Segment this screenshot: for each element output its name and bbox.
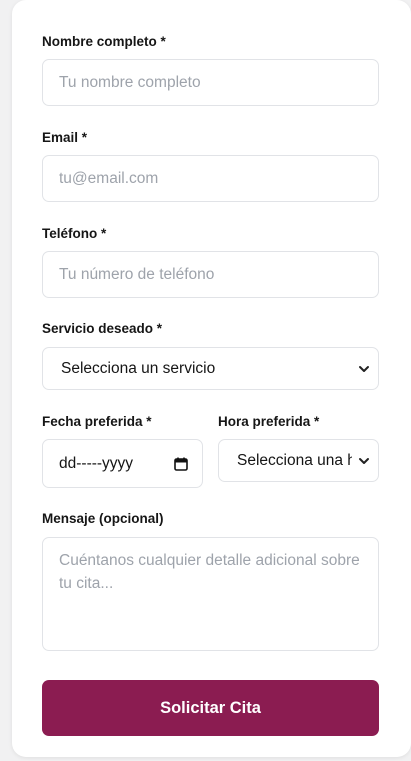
time-label: Hora preferida * [218,414,320,429]
submit-button[interactable]: Solicitar Cita [42,680,379,736]
service-select[interactable]: Selecciona un servicio [42,347,379,390]
message-textarea[interactable]: Cuéntanos cualquier detalle adicional so… [42,537,379,651]
calendar-icon[interactable] [174,457,188,471]
time-select[interactable]: Selecciona una hora [218,439,379,482]
email-placeholder: tu@email.com [59,169,159,187]
name-label: Nombre completo * [42,34,166,49]
phone-input[interactable]: Tu número de teléfono [42,251,379,298]
message-placeholder: Cuéntanos cualquier detalle adicional so… [59,552,360,592]
time-selected-value: Selecciona una hora [237,451,352,469]
service-label: Servicio deseado * [42,321,163,336]
chevron-down-icon [359,365,369,372]
name-placeholder: Tu nombre completo [59,73,201,91]
date-value: dd-----yyyy [59,454,134,472]
name-input[interactable]: Tu nombre completo [42,59,379,106]
message-label: Mensaje (opcional) [42,511,164,526]
phone-label: Teléfono * [42,226,107,241]
phone-placeholder: Tu número de teléfono [59,265,215,283]
email-input[interactable]: tu@email.com [42,155,379,202]
service-selected-value: Selecciona un servicio [61,359,216,377]
chevron-down-icon [359,457,369,464]
email-label: Email * [42,130,88,145]
date-input[interactable]: dd-----yyyy [42,439,203,488]
date-label: Fecha preferida * [42,414,152,429]
